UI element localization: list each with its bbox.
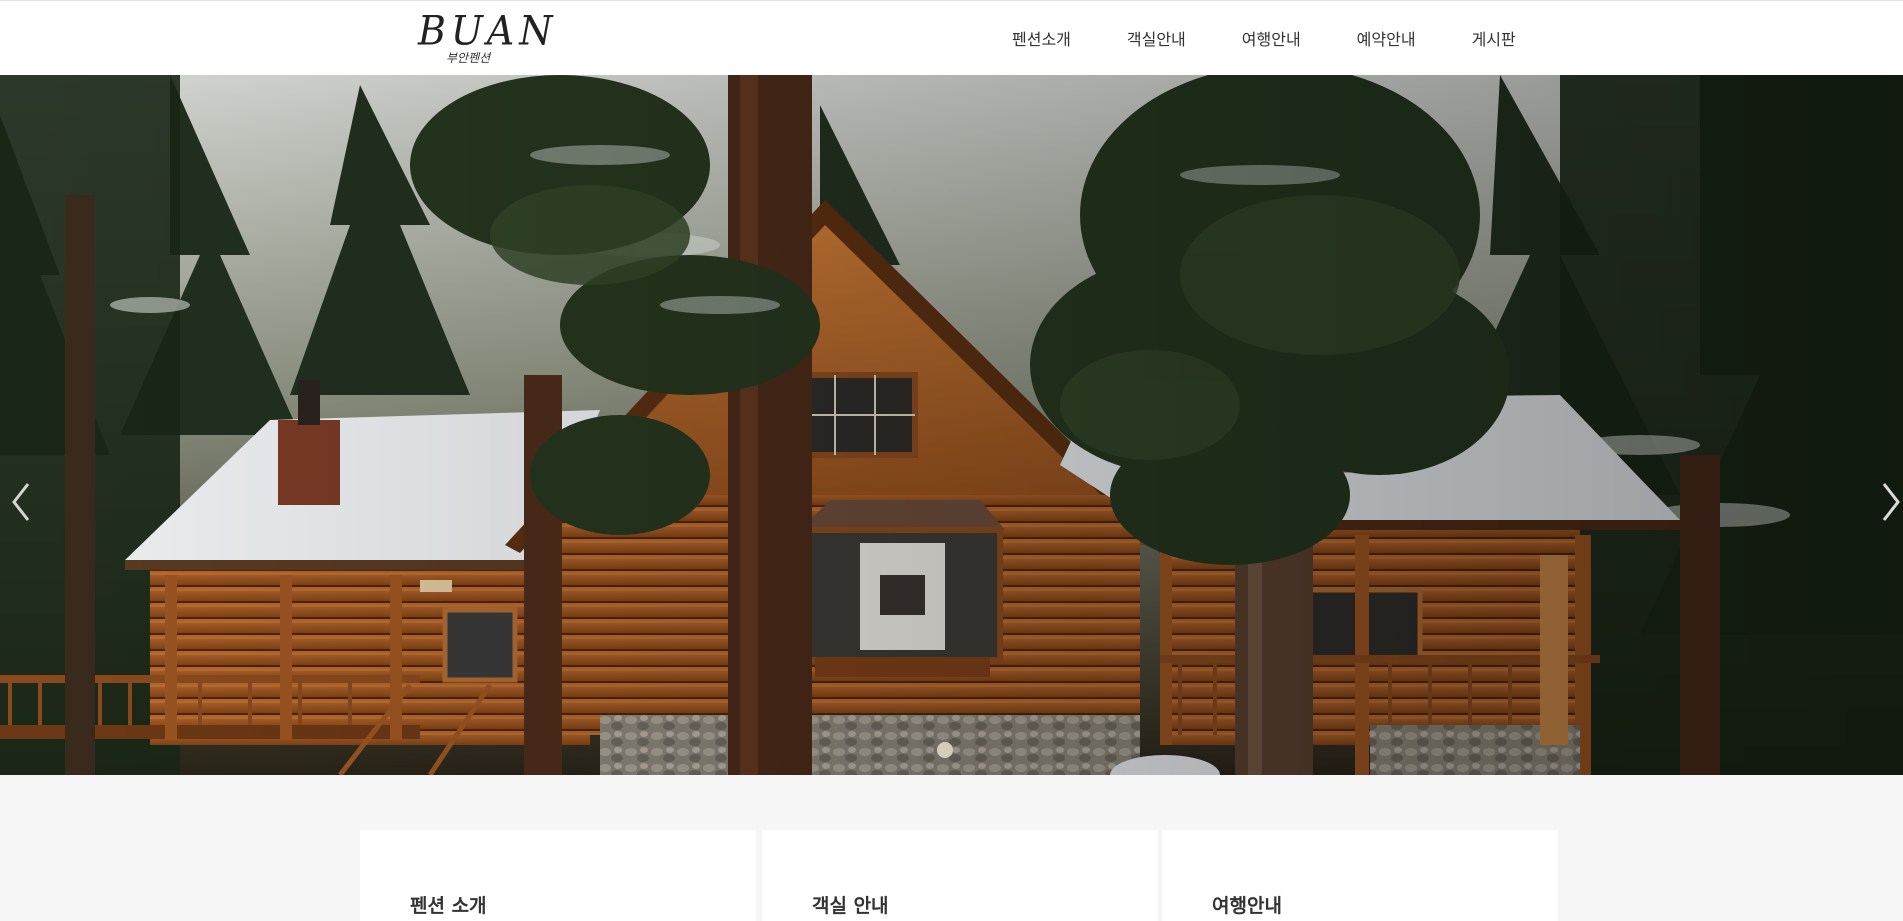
hero-slider — [0, 75, 1903, 775]
nav-item-reservation[interactable]: 예약안내 — [1329, 26, 1444, 50]
slider-prev-button[interactable] — [10, 480, 32, 524]
logo-wordmark: BUAN — [418, 7, 558, 55]
logo-subtitle: 부안펜션 — [446, 51, 491, 65]
nav-item-travel[interactable]: 여행안내 — [1214, 26, 1329, 50]
card-title: 펜션 소개 — [410, 895, 487, 917]
slider-next-button[interactable] — [1880, 480, 1902, 524]
site-logo[interactable]: BUAN 부안펜션 — [418, 8, 552, 67]
nav-item-board[interactable]: 게시판 — [1444, 26, 1544, 50]
main-nav: 펜션소개 객실안내 여행안내 예약안내 게시판 — [984, 1, 1544, 75]
hero-image-log-cabin — [0, 75, 1903, 775]
card-title: 객실 안내 — [812, 895, 889, 917]
chevron-right-icon — [1882, 483, 1900, 521]
card-rooms[interactable]: 객실 안내 — [762, 830, 1158, 921]
info-cards: 펜션 소개 객실 안내 여행안내 — [360, 830, 1558, 921]
card-title: 여행안내 — [1212, 895, 1282, 917]
chevron-left-icon — [12, 483, 30, 521]
card-pension-intro[interactable]: 펜션 소개 — [360, 830, 756, 921]
nav-item-pension-intro[interactable]: 펜션소개 — [984, 26, 1099, 50]
nav-item-rooms[interactable]: 객실안내 — [1099, 26, 1214, 50]
site-header: BUAN 부안펜션 펜션소개 객실안내 여행안내 예약안내 게시판 — [0, 1, 1903, 75]
card-travel[interactable]: 여행안내 — [1162, 830, 1558, 921]
